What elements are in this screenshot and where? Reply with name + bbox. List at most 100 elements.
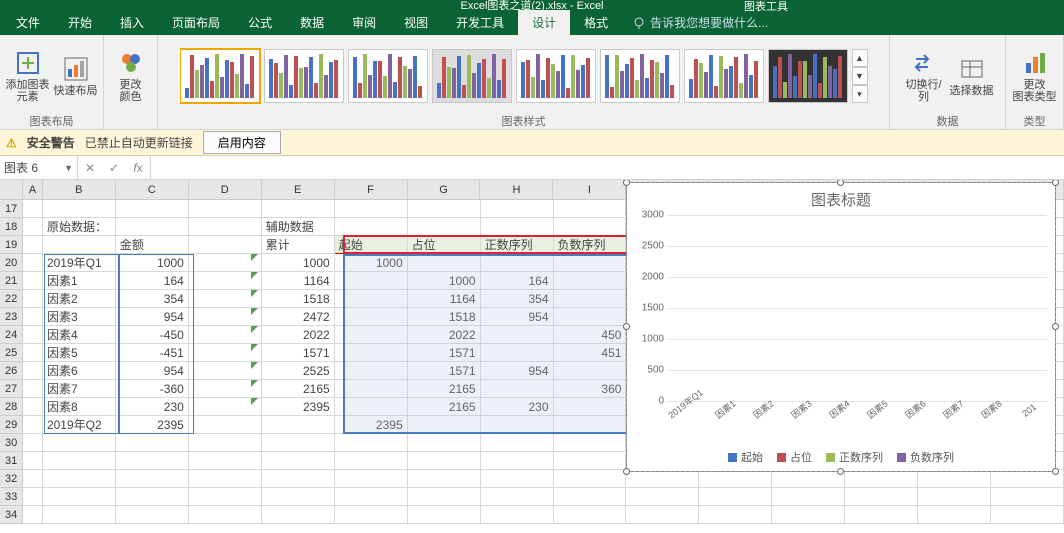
ribbon-tab-视图[interactable]: 视图: [390, 10, 442, 35]
cell-D23[interactable]: [189, 308, 262, 326]
cell-A17[interactable]: [23, 200, 43, 218]
switch-row-col-button[interactable]: 切换行/列: [902, 49, 946, 103]
row-header-19[interactable]: 19: [0, 236, 23, 254]
cell-F25[interactable]: [335, 344, 408, 362]
cell-F34[interactable]: [335, 506, 408, 524]
chart-style-5[interactable]: [516, 49, 596, 103]
cell-G31[interactable]: [408, 452, 481, 470]
cell-K34[interactable]: [699, 506, 772, 524]
cell-H24[interactable]: [481, 326, 554, 344]
cell-J32[interactable]: [626, 470, 699, 488]
worksheet[interactable]: ABCDEFGHIJKLMNO 1718原始数据：辅助数据19金额累计起始占位正…: [0, 180, 1064, 528]
row-header-21[interactable]: 21: [0, 272, 23, 290]
cell-C18[interactable]: [116, 218, 189, 236]
gallery-up[interactable]: ▲: [852, 49, 868, 67]
ribbon-tab-数据[interactable]: 数据: [286, 10, 338, 35]
cell-A34[interactable]: [23, 506, 43, 524]
cell-A20[interactable]: [23, 254, 43, 272]
cell-C17[interactable]: [116, 200, 189, 218]
cell-H31[interactable]: [481, 452, 554, 470]
cell-F19[interactable]: 起始: [335, 236, 408, 254]
col-header-H[interactable]: H: [480, 180, 553, 199]
cell-C22[interactable]: 354: [116, 290, 189, 308]
select-all-corner[interactable]: [0, 180, 23, 199]
cell-I18[interactable]: [554, 218, 627, 236]
row-header-26[interactable]: 26: [0, 362, 23, 380]
cell-N34[interactable]: [918, 506, 991, 524]
cell-E33[interactable]: [262, 488, 335, 506]
cell-A21[interactable]: [23, 272, 43, 290]
cell-G29[interactable]: [408, 416, 481, 434]
cell-C34[interactable]: [116, 506, 189, 524]
cell-G19[interactable]: 占位: [408, 236, 481, 254]
legend-item-占位[interactable]: 占位: [777, 449, 812, 465]
cell-O33[interactable]: [991, 488, 1064, 506]
cell-H32[interactable]: [481, 470, 554, 488]
chart-style-7[interactable]: [684, 49, 764, 103]
cell-J33[interactable]: [626, 488, 699, 506]
row-header-20[interactable]: 20: [0, 254, 23, 272]
cell-H22[interactable]: 354: [481, 290, 554, 308]
cell-H34[interactable]: [481, 506, 554, 524]
cell-C33[interactable]: [116, 488, 189, 506]
row-header-33[interactable]: 33: [0, 488, 23, 506]
cell-H23[interactable]: 954: [481, 308, 554, 326]
cell-I30[interactable]: [554, 434, 627, 452]
cell-F18[interactable]: [335, 218, 408, 236]
row-header-24[interactable]: 24: [0, 326, 23, 344]
cell-D26[interactable]: [189, 362, 262, 380]
col-header-F[interactable]: F: [335, 180, 408, 199]
cell-D25[interactable]: [189, 344, 262, 362]
cell-C24[interactable]: -450: [116, 326, 189, 344]
cell-A31[interactable]: [23, 452, 43, 470]
cell-A18[interactable]: [23, 218, 43, 236]
cell-B19[interactable]: [43, 236, 116, 254]
cell-E26[interactable]: 2525: [262, 362, 335, 380]
cell-D29[interactable]: [189, 416, 262, 434]
cancel-button[interactable]: ✕: [78, 161, 102, 175]
cell-F30[interactable]: [335, 434, 408, 452]
cell-F24[interactable]: [335, 326, 408, 344]
cell-G18[interactable]: [408, 218, 481, 236]
cell-I33[interactable]: [554, 488, 627, 506]
cell-I25[interactable]: 451: [554, 344, 627, 362]
cell-E21[interactable]: 1164: [262, 272, 335, 290]
col-header-E[interactable]: E: [262, 180, 335, 199]
cell-H33[interactable]: [481, 488, 554, 506]
cell-B23[interactable]: 因素3: [43, 308, 116, 326]
gallery-more[interactable]: ▾: [852, 85, 868, 103]
select-data-button[interactable]: 选择数据: [950, 55, 994, 97]
cell-F31[interactable]: [335, 452, 408, 470]
cell-D28[interactable]: [189, 398, 262, 416]
cell-E27[interactable]: 2165: [262, 380, 335, 398]
cell-A27[interactable]: [23, 380, 43, 398]
cell-G30[interactable]: [408, 434, 481, 452]
cell-I27[interactable]: 360: [554, 380, 627, 398]
embedded-chart[interactable]: 图表标题 0500100015002000250030002019年Q1因素1因…: [626, 182, 1056, 472]
cell-F17[interactable]: [335, 200, 408, 218]
cell-G22[interactable]: 1164: [408, 290, 481, 308]
cell-G27[interactable]: 2165: [408, 380, 481, 398]
cell-M33[interactable]: [845, 488, 918, 506]
row-header-25[interactable]: 25: [0, 344, 23, 362]
cell-F21[interactable]: [335, 272, 408, 290]
cell-A32[interactable]: [23, 470, 43, 488]
cell-H17[interactable]: [481, 200, 554, 218]
ribbon-tab-插入[interactable]: 插入: [106, 10, 158, 35]
cell-D30[interactable]: [189, 434, 262, 452]
cell-D21[interactable]: [189, 272, 262, 290]
cell-I28[interactable]: [554, 398, 627, 416]
cell-E28[interactable]: 2395: [262, 398, 335, 416]
row-header-32[interactable]: 32: [0, 470, 23, 488]
cell-A22[interactable]: [23, 290, 43, 308]
row-header-22[interactable]: 22: [0, 290, 23, 308]
ribbon-tab-格式[interactable]: 格式: [570, 10, 622, 35]
row-header-30[interactable]: 30: [0, 434, 23, 452]
ribbon-tab-公式[interactable]: 公式: [234, 10, 286, 35]
cell-C27[interactable]: -360: [116, 380, 189, 398]
cell-H18[interactable]: [481, 218, 554, 236]
cell-C31[interactable]: [116, 452, 189, 470]
cell-B18[interactable]: 原始数据：: [43, 218, 116, 236]
plot-area[interactable]: 0500100015002000250030002019年Q1因素1因素2因素3…: [667, 215, 1047, 401]
cell-G34[interactable]: [408, 506, 481, 524]
